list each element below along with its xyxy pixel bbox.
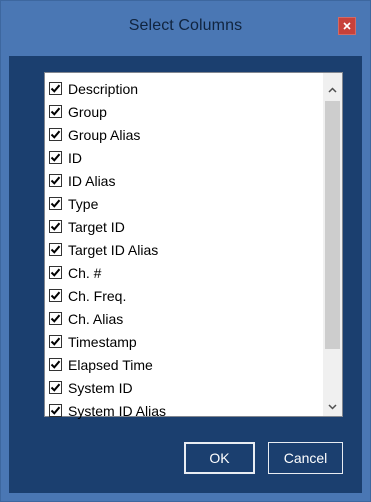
- close-button[interactable]: [338, 17, 356, 35]
- column-label: Group Alias: [68, 126, 141, 143]
- dialog-title: Select Columns: [128, 17, 243, 34]
- scroll-up-button[interactable]: [323, 81, 342, 99]
- checkbox[interactable]: [49, 151, 62, 164]
- column-label: Type: [68, 195, 99, 212]
- checkbox[interactable]: [49, 105, 62, 118]
- checkmark-icon: [50, 268, 61, 277]
- checkmark-icon: [50, 199, 61, 208]
- close-icon: [343, 22, 351, 30]
- list-item[interactable]: Ch. #: [45, 261, 320, 284]
- checkmark-icon: [50, 360, 61, 369]
- checkmark-icon: [50, 107, 61, 116]
- column-label: Target ID Alias: [68, 241, 159, 258]
- checkbox[interactable]: [49, 289, 62, 302]
- checkbox[interactable]: [49, 335, 62, 348]
- checkmark-icon: [50, 291, 61, 300]
- checkbox[interactable]: [49, 312, 62, 325]
- checkbox[interactable]: [49, 128, 62, 141]
- list-item[interactable]: Group Alias: [45, 123, 320, 146]
- ok-button[interactable]: OK: [184, 442, 255, 474]
- list-item[interactable]: Type: [45, 192, 320, 215]
- column-label: Group: [68, 103, 107, 120]
- checkmark-icon: [50, 406, 61, 415]
- columns-list: Description Group Group Alias ID ID Alias Typ…: [45, 77, 320, 422]
- checkbox[interactable]: [49, 220, 62, 233]
- checkbox[interactable]: [49, 358, 62, 371]
- checkmark-icon: [50, 222, 61, 231]
- list-item[interactable]: Target ID Alias: [45, 238, 320, 261]
- column-label: Ch. Freq.: [68, 287, 127, 304]
- select-columns-dialog: Select Columns Description Group Group Ali…: [0, 0, 371, 502]
- checkmark-icon: [50, 314, 61, 323]
- column-label: Target ID: [68, 218, 125, 235]
- chevron-up-icon: [328, 87, 337, 93]
- columns-checklist[interactable]: Description Group Group Alias ID ID Alias Typ…: [44, 72, 343, 419]
- column-label: Description: [68, 80, 139, 97]
- checkmark-icon: [50, 84, 61, 93]
- column-label: Ch. #: [68, 264, 102, 281]
- column-label: Elapsed Time: [68, 356, 153, 373]
- checkmark-icon: [50, 153, 61, 162]
- checkbox[interactable]: [49, 266, 62, 279]
- list-item[interactable]: Timestamp: [45, 330, 320, 353]
- checkmark-icon: [50, 130, 61, 139]
- column-label: Ch. Alias: [68, 310, 124, 327]
- checkbox[interactable]: [49, 197, 62, 210]
- list-item[interactable]: System ID Alias: [45, 399, 320, 422]
- list-item[interactable]: ID Alias: [45, 169, 320, 192]
- cancel-button[interactable]: Cancel: [268, 442, 343, 474]
- list-item[interactable]: Description: [45, 77, 320, 100]
- list-item[interactable]: ID: [45, 146, 320, 169]
- title-bar[interactable]: Select Columns: [1, 1, 370, 57]
- checkbox[interactable]: [49, 404, 62, 417]
- list-item[interactable]: Group: [45, 100, 320, 123]
- column-label: System ID: [68, 379, 133, 396]
- column-label: System ID Alias: [68, 402, 167, 419]
- column-label: Timestamp: [68, 333, 137, 350]
- checkmark-icon: [50, 337, 61, 346]
- list-item[interactable]: System ID: [45, 376, 320, 399]
- checkmark-icon: [50, 245, 61, 254]
- scroll-thumb[interactable]: [325, 101, 340, 349]
- scroll-down-button[interactable]: [323, 398, 342, 416]
- dialog-body: Description Group Group Alias ID ID Alias Typ…: [9, 56, 362, 493]
- checkmark-icon: [50, 383, 61, 392]
- vertical-scrollbar[interactable]: [323, 73, 342, 416]
- checkbox[interactable]: [49, 174, 62, 187]
- list-item[interactable]: Ch. Alias: [45, 307, 320, 330]
- checkbox[interactable]: [49, 243, 62, 256]
- checkbox[interactable]: [49, 381, 62, 394]
- list-item[interactable]: Target ID: [45, 215, 320, 238]
- column-label: ID: [68, 149, 82, 166]
- list-item[interactable]: Elapsed Time: [45, 353, 320, 376]
- checkmark-icon: [50, 176, 61, 185]
- chevron-down-icon: [328, 404, 337, 410]
- column-label: ID Alias: [68, 172, 116, 189]
- list-item[interactable]: Ch. Freq.: [45, 284, 320, 307]
- checkbox[interactable]: [49, 82, 62, 95]
